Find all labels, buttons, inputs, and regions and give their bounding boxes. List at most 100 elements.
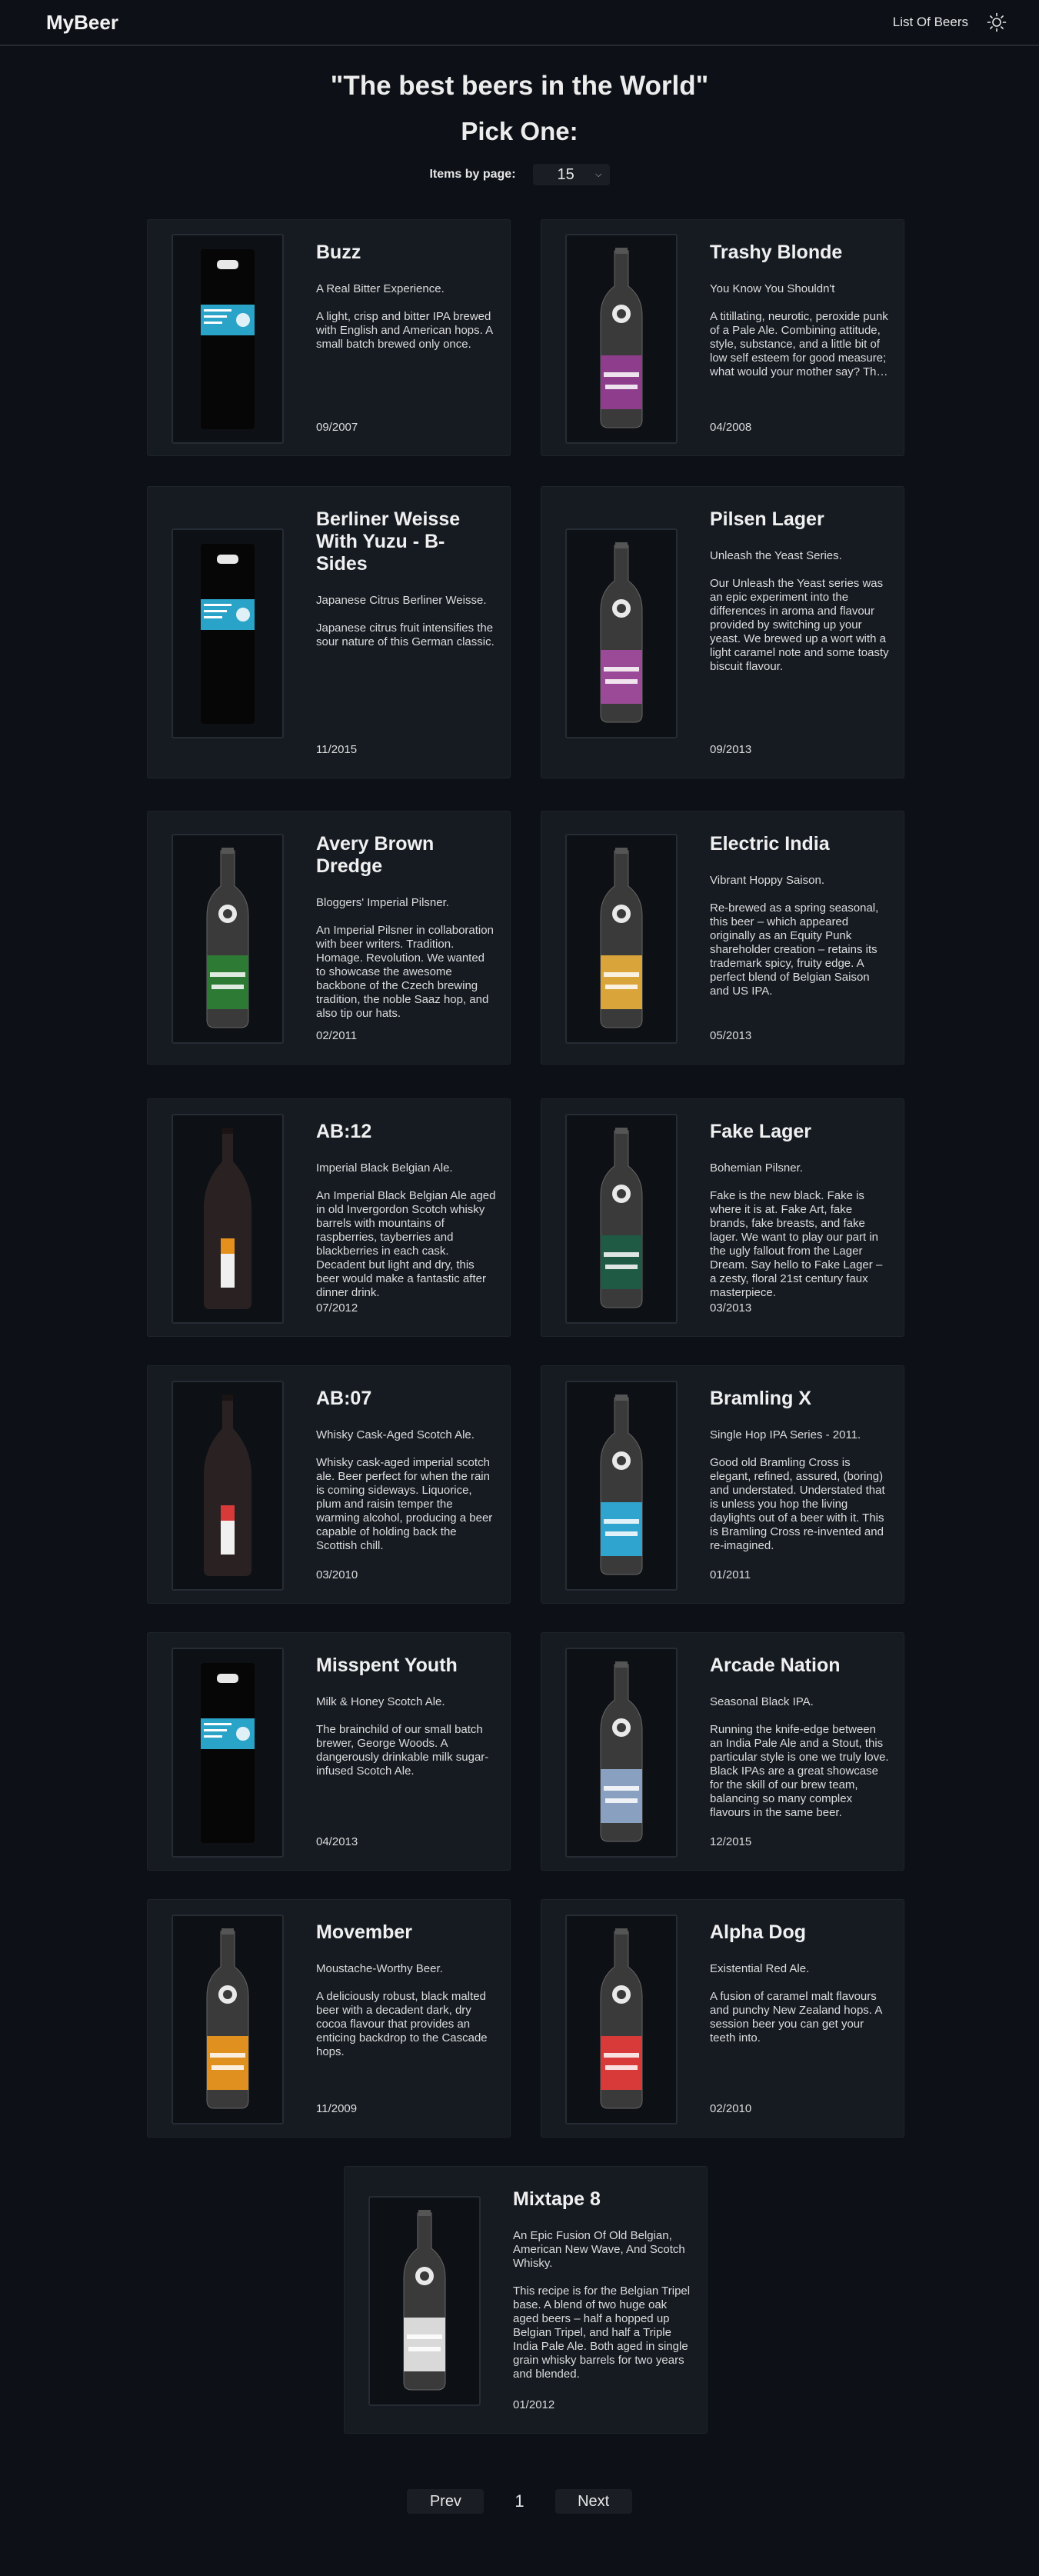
beer-description: An Imperial Black Belgian Ale aged in ol… [316, 1189, 496, 1299]
beer-image [565, 528, 678, 738]
beer-name: Alpha Dog [710, 1921, 806, 1943]
page-headline: "The best beers in the World" [330, 71, 709, 101]
beer-date: 01/2012 [513, 2398, 555, 2411]
beer-card[interactable]: Movember Moustache-Worthy Beer. A deliciou… [147, 1899, 511, 2138]
beer-name: AB:12 [316, 1121, 372, 1142]
beer-tagline: Whisky Cask-Aged Scotch Ale. [316, 1428, 475, 1441]
beer-card[interactable]: AB:12 Imperial Black Belgian Ale. An Imper… [147, 1098, 511, 1337]
beer-name: Buzz [316, 242, 361, 263]
beer-name: Arcade Nation [710, 1655, 841, 1676]
beer-image [565, 834, 678, 1044]
beer-name: Misspent Youth [316, 1655, 458, 1676]
beer-tagline: Milk & Honey Scotch Ale. [316, 1695, 445, 1708]
beer-info: Mixtape 8 An Epic Fusion Of Old Belgian, … [513, 2188, 693, 2411]
beer-tagline: Existential Red Ale. [710, 1962, 810, 1975]
beer-card[interactable]: Fake Lager Bohemian Pilsner. Fake is the n… [541, 1098, 904, 1337]
beer-image [565, 234, 678, 444]
beer-tagline: Unleash the Yeast Series. [710, 549, 842, 562]
beer-description: Whisky cask-aged imperial scotch ale. Be… [316, 1456, 493, 1552]
beer-name: AB:07 [316, 1388, 372, 1409]
beer-card[interactable]: Electric India Vibrant Hoppy Saison. Re-br… [541, 811, 904, 1065]
beer-tagline: Japanese Citrus Berliner Weisse. [316, 594, 487, 607]
pagination: Prev 1 Next [0, 2489, 1039, 2514]
beer-card[interactable]: Mixtape 8 An Epic Fusion Of Old Belgian, … [344, 2166, 708, 2434]
beer-date: 04/2013 [316, 1835, 358, 1848]
beer-description: A titillating, neurotic, peroxide punk o… [710, 310, 888, 378]
items-per-page-select[interactable]: 15 ⌵ [532, 164, 610, 185]
navbar: MyBeer List Of Beers [0, 0, 1039, 46]
beer-name: Avery Brown Dredge [316, 833, 435, 877]
beer-description: Our Unleash the Yeast series was an epic… [710, 577, 889, 673]
beer-name: Movember [316, 1921, 413, 1943]
next-button[interactable]: Next [554, 2489, 632, 2514]
beer-description: An Imperial Pilsner in collaboration wit… [316, 924, 494, 1020]
beer-tagline: An Epic Fusion Of Old Belgian, American … [513, 2229, 685, 2270]
beer-name: Trashy Blonde [710, 242, 843, 263]
beer-name: Electric India [710, 833, 830, 855]
current-page: 1 [515, 2491, 524, 2511]
beer-info: Electric India Vibrant Hoppy Saison. Re-br… [710, 833, 890, 1042]
beer-info: Pilsen Lager Unleash the Yeast Series. Our… [710, 508, 890, 756]
beer-name: Berliner Weisse With Yuzu - B-Sides [316, 508, 461, 575]
beer-tagline: Bloggers' Imperial Pilsner. [316, 896, 449, 909]
beer-info: Berliner Weisse With Yuzu - B-Sides Japan… [316, 508, 496, 756]
beer-tagline: Seasonal Black IPA. [710, 1695, 814, 1708]
beer-card[interactable]: AB:07 Whisky Cask-Aged Scotch Ale. Whisky … [147, 1365, 511, 1604]
beer-info: AB:07 Whisky Cask-Aged Scotch Ale. Whisky … [316, 1388, 496, 1581]
beer-card[interactable]: Bramling X Single Hop IPA Series - 2011. G… [541, 1365, 904, 1604]
beer-info: Arcade Nation Seasonal Black IPA. Running … [710, 1655, 890, 1848]
beer-image [172, 1915, 284, 2124]
beer-card[interactable]: Pilsen Lager Unleash the Yeast Series. Our… [541, 486, 904, 778]
beer-date: 05/2013 [710, 1029, 752, 1042]
beer-card[interactable]: Trashy Blonde You Know You Shouldn't A tit… [541, 219, 904, 456]
brand-logo[interactable]: MyBeer [46, 11, 118, 35]
beer-info: Trashy Blonde You Know You Shouldn't A tit… [710, 242, 890, 434]
beer-card[interactable]: Avery Brown Dredge Bloggers' Imperial Pil… [147, 811, 511, 1065]
beer-name: Bramling X [710, 1388, 811, 1409]
beer-image [565, 1114, 678, 1324]
beer-info: Movember Moustache-Worthy Beer. A deliciou… [316, 1921, 496, 2115]
sun-icon[interactable] [985, 11, 1008, 34]
beer-image [368, 2196, 481, 2406]
page-subheadline: Pick One: [461, 117, 578, 145]
beer-tagline: Moustache-Worthy Beer. [316, 1962, 443, 1975]
chevron-down-icon: ⌵ [595, 169, 602, 179]
beer-description: A fusion of caramel malt flavours and pu… [710, 1990, 882, 2044]
beer-description: A light, crisp and bitter IPA brewed wit… [316, 310, 493, 351]
beer-tagline: Bohemian Pilsner. [710, 1161, 803, 1175]
beer-name: Pilsen Lager [710, 508, 824, 530]
beer-description: The brainchild of our small batch brewer… [316, 1723, 489, 1778]
beer-card[interactable]: Alpha Dog Existential Red Ale. A fusion of… [541, 1899, 904, 2138]
nav-right: List Of Beers [893, 11, 1008, 34]
beer-card[interactable]: Buzz A Real Bitter Experience. A light, cr… [147, 219, 511, 456]
beer-card[interactable]: Misspent Youth Milk & Honey Scotch Ale. Th… [147, 1632, 511, 1871]
items-per-page-label: Items by page: [429, 168, 516, 181]
beer-image [172, 1381, 284, 1591]
beer-date: 01/2011 [710, 1568, 751, 1581]
beer-description: Running the knife-edge between an India … [710, 1723, 889, 1819]
beer-card[interactable]: Arcade Nation Seasonal Black IPA. Running … [541, 1632, 904, 1871]
beer-image [172, 834, 284, 1044]
beer-description: Re-brewed as a spring seasonal, this bee… [710, 901, 879, 998]
beer-date: 09/2007 [316, 421, 358, 434]
beer-image [172, 528, 284, 738]
beer-card[interactable]: Berliner Weisse With Yuzu - B-Sides Japan… [147, 486, 511, 778]
beer-date: 02/2010 [710, 2102, 752, 2115]
beer-info: Bramling X Single Hop IPA Series - 2011. G… [710, 1388, 890, 1581]
beer-image [565, 1381, 678, 1591]
beer-image [172, 234, 284, 444]
list-of-beers-link[interactable]: List Of Beers [893, 15, 968, 30]
beer-tagline: Vibrant Hoppy Saison. [710, 874, 824, 887]
beer-tagline: Imperial Black Belgian Ale. [316, 1161, 453, 1175]
beer-date: 04/2008 [710, 421, 752, 434]
beer-date: 09/2013 [710, 743, 752, 756]
items-per-page-control: Items by page: 15 ⌵ [0, 163, 1039, 186]
beer-image [172, 1648, 284, 1858]
beer-tagline: You Know You Shouldn't [710, 282, 835, 295]
beer-date: 12/2015 [710, 1835, 752, 1848]
beer-info: AB:12 Imperial Black Belgian Ale. An Imper… [316, 1121, 496, 1315]
prev-button[interactable]: Prev [407, 2489, 485, 2514]
beer-description: A deliciously robust, black malted beer … [316, 1990, 488, 2058]
beer-date: 03/2010 [316, 1568, 358, 1581]
beer-info: Misspent Youth Milk & Honey Scotch Ale. Th… [316, 1655, 496, 1848]
